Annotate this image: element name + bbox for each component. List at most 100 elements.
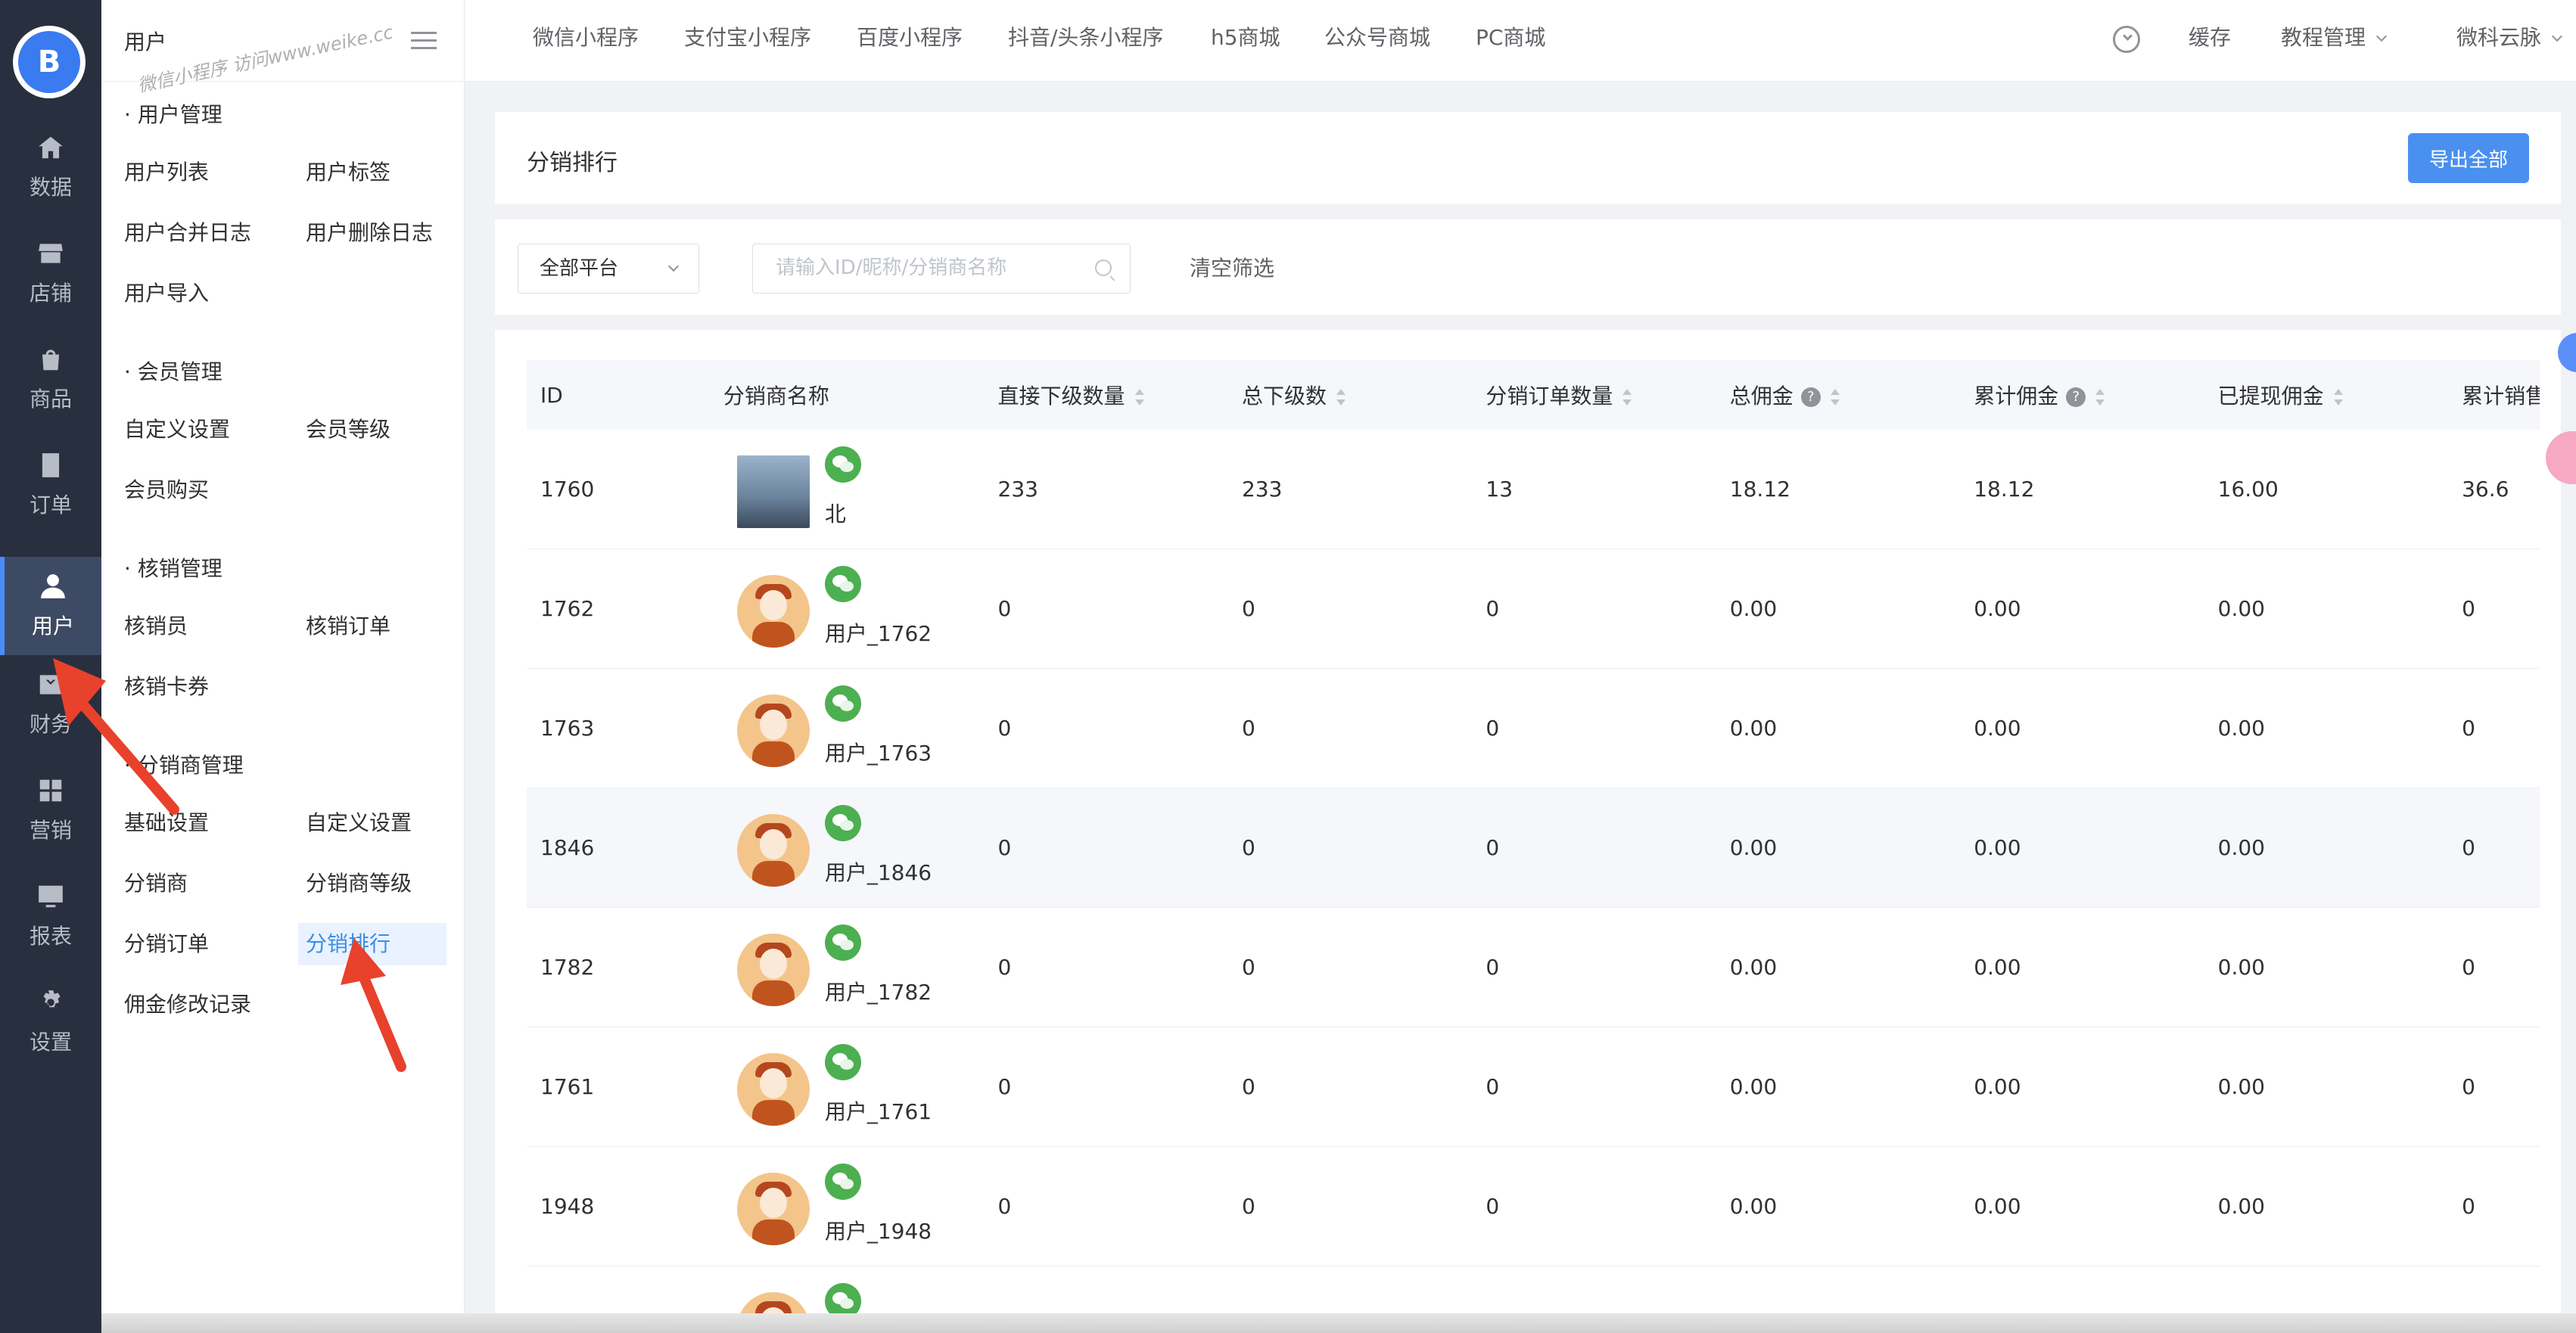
rail-item-goods[interactable]: 商品 — [0, 330, 101, 428]
cell-total-subordinates-value: 0 — [1241, 955, 1255, 980]
nav-distribution-orders[interactable]: 分销订单 — [117, 923, 216, 965]
nav-user-import[interactable]: 用户导入 — [117, 272, 216, 315]
group-title-user-management: · 用户管理 — [124, 102, 222, 127]
cell-distributor: 用户_1762 — [709, 548, 985, 669]
tab-baidu-miniapp[interactable]: 百度小程序 — [857, 0, 963, 76]
nav-member-purchase[interactable]: 会员购买 — [117, 469, 216, 511]
search-input[interactable] — [753, 244, 1071, 291]
cell-cumulative-commission-value: 0.00 — [1974, 835, 2021, 860]
nav-user-merge-log[interactable]: 用户合并日志 — [117, 212, 259, 254]
finance-icon — [39, 675, 62, 694]
ranking-table-card: ID 分销商名称 直接下级数量 总下级数 分销订单数量 总佣金? 累计佣金? 已… — [495, 330, 2561, 1333]
user-icon — [41, 574, 65, 598]
group-title-verification-management: · 核销管理 — [124, 556, 222, 581]
nav-user-list[interactable]: 用户列表 — [117, 151, 216, 194]
distributor-name: 北 — [824, 502, 846, 527]
cell-distribution-orders: 0 — [1472, 668, 1716, 788]
sort-icon[interactable] — [1830, 389, 1840, 405]
nav-distribution-ranking[interactable]: 分销排行 — [298, 923, 446, 965]
search-field — [752, 244, 1131, 294]
distributor-info: 用户_1762 — [723, 549, 985, 668]
help-icon[interactable]: ? — [1800, 387, 1821, 407]
nav-distribution-custom-settings[interactable]: 自定义设置 — [298, 802, 419, 844]
cell-direct-subordinates-value: 0 — [997, 955, 1012, 980]
tab-official-account-mall[interactable]: 公众号商城 — [1324, 0, 1430, 76]
cell-total-subordinates: 0 — [1227, 907, 1473, 1027]
table-row[interactable]: 1948 用户_1948 0 0 0 0.00 0.00 0.00 0 — [527, 1146, 2540, 1266]
nav-member-custom-settings[interactable]: 自定义设置 — [117, 409, 238, 451]
search-icon[interactable] — [1095, 259, 1112, 276]
rail-item-users[interactable]: 用户 — [0, 557, 101, 655]
wechat-icon — [824, 566, 861, 602]
column-header-withdrawn-commission[interactable]: 已提现佣金 — [2204, 360, 2449, 430]
rail-item-store[interactable]: 店铺 — [0, 224, 101, 322]
sort-icon[interactable] — [1622, 389, 1632, 405]
help-icon[interactable]: ? — [2066, 387, 2086, 407]
table-row[interactable]: 1846 用户_1846 0 0 0 0.00 0.00 0.00 0 — [527, 788, 2540, 908]
store-icon — [39, 244, 63, 263]
cell-total-commission-value: 0.00 — [1729, 835, 1778, 860]
column-header-total-subordinates[interactable]: 总下级数 — [1227, 360, 1473, 430]
chevron-down-icon — [2551, 30, 2563, 42]
column-header-cumulative-sales: 累计销售 — [2448, 360, 2540, 430]
table-row[interactable]: 1763 用户_1763 0 0 0 0.00 0.00 0.00 0 — [527, 668, 2540, 788]
nav-distributors[interactable]: 分销商 — [117, 862, 195, 905]
cell-cumulative-commission-value: 0.00 — [1974, 596, 2021, 621]
horizontal-scrollbar[interactable] — [101, 1313, 2576, 1333]
brand-logo[interactable]: B — [13, 26, 86, 98]
column-header-direct-subordinates[interactable]: 直接下级数量 — [984, 360, 1228, 430]
collapse-menu-icon[interactable] — [411, 30, 437, 51]
cell-cumulative-sales: 0 — [2448, 788, 2540, 908]
cache-link[interactable]: 缓存 — [2189, 0, 2231, 76]
cell-total-commission: 0.00 — [1716, 907, 1961, 1027]
table-row[interactable]: 1760 北 233 233 13 18.12 18.12 16.00 36.6 — [527, 430, 2540, 549]
tab-h5-mall[interactable]: h5商城 — [1211, 0, 1280, 76]
rail-item-data[interactable]: 数据 — [0, 118, 101, 216]
sort-icon[interactable] — [2333, 389, 2344, 405]
platform-select[interactable]: 全部平台 — [518, 244, 699, 294]
rail-item-label: 数据 — [29, 175, 72, 200]
tab-pc-mall[interactable]: PC商城 — [1476, 0, 1545, 76]
tab-douyin-miniapp[interactable]: 抖音/头条小程序 — [1008, 0, 1163, 76]
rail-item-orders[interactable]: 订单 — [0, 436, 101, 534]
column-header-total-commission[interactable]: 总佣金? — [1716, 360, 1961, 430]
rail-item-marketing[interactable]: 营销 — [0, 761, 101, 859]
rail-item-reports[interactable]: 报表 — [0, 867, 101, 965]
nav-distributor-levels[interactable]: 分销商等级 — [298, 862, 419, 905]
nav-verifier[interactable]: 核销员 — [117, 605, 195, 648]
nav-user-tags[interactable]: 用户标签 — [298, 151, 398, 194]
nav-distribution-basic-settings[interactable]: 基础设置 — [117, 802, 216, 844]
column-header-distribution-orders[interactable]: 分销订单数量 — [1472, 360, 1716, 430]
nav-member-levels[interactable]: 会员等级 — [298, 409, 398, 451]
clear-filter-button[interactable]: 清空筛选 — [1190, 244, 1274, 294]
table-row[interactable]: 1761 用户_1761 0 0 0 0.00 0.00 0.00 0 — [527, 1027, 2540, 1147]
cell-cumulative-sales-value: 0 — [2462, 596, 2475, 621]
cell-total-commission: 0.00 — [1716, 1027, 1961, 1147]
tab-wechat-miniapp[interactable]: 微信小程序 — [533, 0, 639, 76]
sort-icon[interactable] — [2095, 389, 2105, 405]
nav-commission-change-log[interactable]: 佣金修改记录 — [117, 983, 259, 1026]
nav-user-delete-log[interactable]: 用户删除日志 — [298, 212, 440, 254]
sort-icon[interactable] — [1336, 389, 1346, 405]
table-row[interactable]: 1762 用户_1762 0 0 0 0.00 0.00 0.00 0 — [527, 548, 2540, 669]
sort-icon[interactable] — [1134, 389, 1145, 405]
tab-alipay-miniapp[interactable]: 支付宝小程序 — [684, 0, 811, 76]
cell-total-commission-value: 0.00 — [1729, 1074, 1778, 1099]
chevron-down-icon — [667, 260, 680, 272]
table-row[interactable]: 1782 用户_1782 0 0 0 0.00 0.00 0.00 0 — [527, 907, 2540, 1027]
export-all-button[interactable]: 导出全部 — [2408, 133, 2529, 183]
nav-verification-orders[interactable]: 核销订单 — [298, 605, 398, 648]
column-header-cumulative-commission[interactable]: 累计佣金? — [1960, 360, 2204, 430]
cell-cumulative-commission-value: 18.12 — [1974, 477, 2035, 502]
download-icon[interactable] — [2113, 26, 2140, 53]
top-bar: 微信小程序 支付宝小程序 百度小程序 抖音/头条小程序 h5商城 公众号商城 P… — [465, 0, 2576, 82]
rail-item-settings[interactable]: 设置 — [0, 973, 101, 1071]
filter-bar: 全部平台 清空筛选 — [495, 219, 2561, 315]
tutorial-menu[interactable]: 教程管理 — [2281, 0, 2388, 76]
cell-cumulative-commission-value: 0.00 — [1974, 1194, 2021, 1219]
account-menu[interactable]: 微科云脉 — [2456, 0, 2563, 76]
rail-item-finance[interactable]: 财务 — [0, 655, 101, 754]
nav-verification-coupons[interactable]: 核销卡券 — [117, 666, 216, 708]
cell-cumulative-sales-value: 0 — [2462, 716, 2475, 741]
cell-cumulative-sales-value: 0 — [2462, 1194, 2475, 1219]
